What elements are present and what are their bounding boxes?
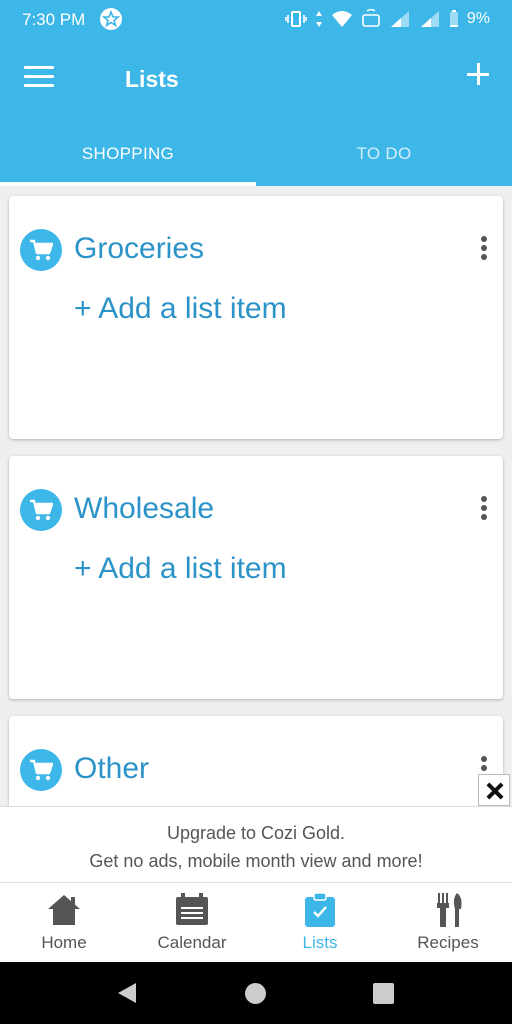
data-arrows-icon	[315, 11, 322, 27]
status-icons: 9%	[285, 9, 490, 29]
volte-icon	[362, 9, 380, 27]
home-icon	[48, 895, 80, 925]
wifi-icon	[331, 11, 352, 27]
back-icon[interactable]	[116, 981, 138, 1005]
battery-percent: 9%	[466, 10, 490, 27]
nav-label: Home	[41, 933, 87, 952]
clipboard-check-icon	[305, 893, 335, 927]
signal-2-icon	[420, 11, 439, 27]
hamburger-menu-icon[interactable]	[24, 66, 54, 90]
nav-label: Calendar	[157, 933, 227, 952]
app-bar: Lists	[0, 40, 512, 118]
list-type-tabs: SHOPPING TO DO	[0, 118, 512, 186]
nav-recipes[interactable]: Recipes	[384, 883, 512, 963]
tab-shopping[interactable]: SHOPPING	[0, 118, 256, 186]
nav-label: Recipes	[417, 933, 479, 952]
more-options-icon[interactable]	[479, 236, 489, 264]
bottom-navigation: Home Calendar Lists Recipes	[0, 882, 512, 962]
list-card-groceries: Groceries + Add a list item	[9, 196, 503, 439]
list-title[interactable]: Groceries	[74, 232, 204, 266]
add-list-icon[interactable]	[466, 62, 490, 86]
list-title[interactable]: Other	[74, 752, 149, 786]
nav-home[interactable]: Home	[0, 883, 128, 963]
notification-app-icon	[100, 8, 122, 30]
calendar-icon	[176, 893, 208, 925]
promo-subtext: Get no ads, mobile month view and more!	[89, 851, 423, 871]
promo-headline: Upgrade to Cozi Gold.	[166, 823, 346, 843]
battery-icon	[449, 10, 458, 27]
shopping-cart-icon	[20, 489, 62, 531]
lists-container: Groceries + Add a list item Wholesale + …	[0, 186, 512, 806]
system-navigation-bar	[0, 962, 512, 1024]
close-banner-icon[interactable]	[478, 774, 510, 806]
list-card-other: Other	[9, 716, 503, 806]
nav-calendar[interactable]: Calendar	[128, 883, 256, 963]
nav-lists[interactable]: Lists	[256, 883, 384, 963]
tab-to-do[interactable]: TO DO	[256, 118, 512, 186]
home-button-icon[interactable]	[245, 983, 266, 1004]
recent-apps-icon[interactable]	[373, 983, 394, 1004]
status-time: 7:30 PM	[22, 10, 86, 29]
list-card-wholesale: Wholesale + Add a list item	[9, 456, 503, 699]
shopping-cart-icon	[20, 749, 62, 791]
vibrate-icon	[285, 11, 307, 27]
nav-label: Lists	[302, 933, 338, 952]
more-options-icon[interactable]	[479, 496, 489, 524]
status-bar: 7:30 PM 9%	[0, 0, 512, 40]
page-title: Lists	[125, 66, 179, 92]
add-list-item-link[interactable]: + Add a list item	[74, 552, 287, 586]
signal-1-icon	[390, 11, 409, 27]
list-title[interactable]: Wholesale	[74, 492, 214, 526]
shopping-cart-icon	[20, 229, 62, 271]
fork-knife-icon	[437, 893, 462, 927]
add-list-item-link[interactable]: + Add a list item	[74, 292, 287, 326]
upgrade-banner[interactable]: Upgrade to Cozi Gold. Get no ads, mobile…	[0, 806, 512, 882]
